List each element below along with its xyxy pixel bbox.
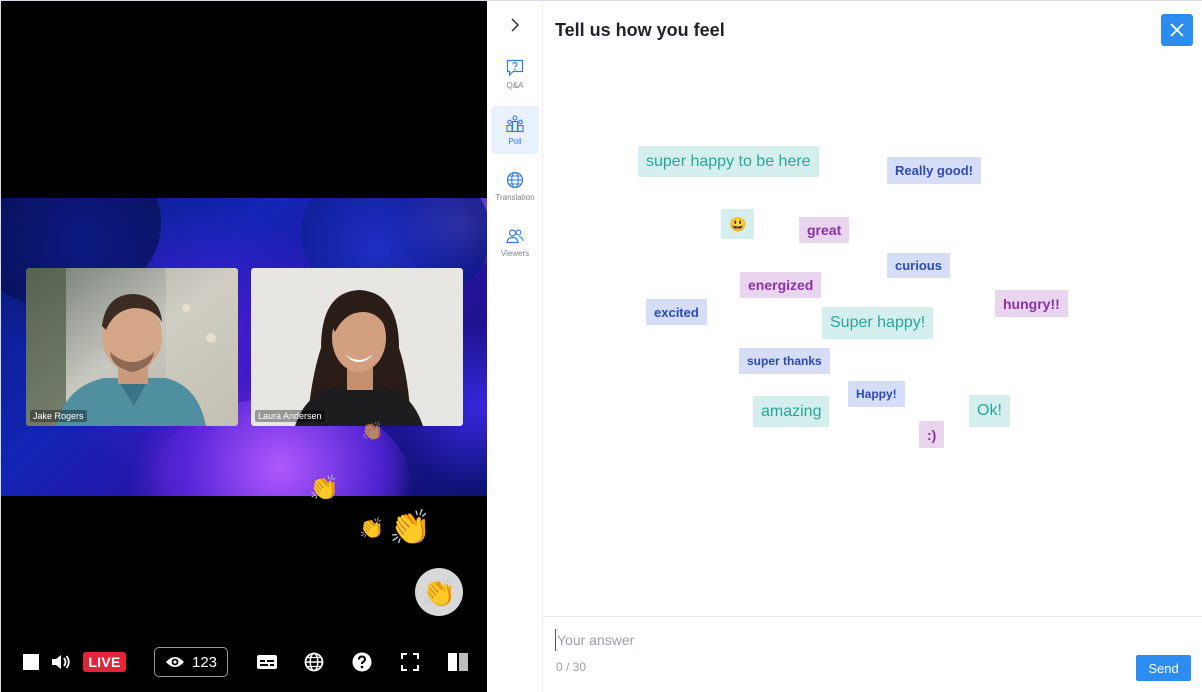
help-button[interactable]	[350, 644, 374, 680]
layout-toggle-button[interactable]	[446, 644, 470, 680]
poll-icon	[506, 114, 524, 132]
qa-icon	[506, 59, 524, 76]
word-cloud-item: super thanks	[739, 348, 830, 374]
answer-composer: 0 / 30 Send	[543, 616, 1202, 692]
rail-item-label: Poll	[508, 136, 522, 146]
word-cloud-item: curious	[887, 253, 950, 278]
word-cloud-item: great	[799, 217, 850, 243]
answer-input[interactable]	[555, 629, 1115, 651]
rail-item-translation[interactable]: Translation	[491, 162, 539, 210]
volume-icon	[52, 655, 70, 669]
close-icon	[1170, 23, 1184, 37]
fullscreen-icon	[401, 653, 419, 671]
word-cloud-item: super happy to be here	[638, 146, 819, 177]
split-layout-icon	[448, 653, 468, 671]
live-badge: LIVE	[83, 652, 126, 672]
volume-button[interactable]	[49, 644, 73, 680]
clap-reaction: 👏	[361, 421, 384, 441]
send-button[interactable]: Send	[1136, 655, 1191, 681]
word-cloud-item: excited	[646, 299, 707, 325]
clap-reaction: 👏	[389, 509, 432, 547]
character-counter: 0 / 30	[556, 660, 587, 674]
word-cloud-item: Really good!	[887, 157, 982, 184]
stop-button[interactable]	[19, 644, 43, 680]
rail-item-label: Q&A	[506, 80, 524, 90]
video-stage: Jake Rogers Laura Andersen	[1, 198, 487, 496]
participant-name: Jake Rogers	[30, 410, 87, 422]
word-cloud-item: energized	[740, 272, 822, 298]
word-cloud-item: hungry!!	[995, 290, 1068, 317]
word-cloud-item: Ok!	[969, 395, 1010, 427]
help-icon	[352, 652, 372, 672]
rail-item-label: Translation	[495, 192, 535, 202]
rail-item-viewers[interactable]: Viewers	[491, 218, 539, 266]
clap-reaction: 👏	[309, 475, 339, 502]
word-cloud-item: Super happy!	[822, 307, 934, 339]
users-icon	[506, 228, 524, 243]
globe-icon	[304, 652, 324, 672]
video-player[interactable]: Jake Rogers Laura Andersen 👏 👏 👏 👏 👏 LIV…	[1, 1, 487, 692]
word-cloud-item: :)	[919, 421, 945, 448]
word-cloud-item: amazing	[753, 396, 830, 427]
clap-reaction: 👏	[359, 518, 384, 540]
language-button[interactable]	[302, 644, 326, 680]
viewer-count[interactable]: 123	[154, 647, 228, 677]
viewer-count-value: 123	[191, 653, 218, 671]
captions-button[interactable]	[255, 644, 279, 680]
rail-item-label: Viewers	[500, 248, 530, 258]
participant-video-jake	[26, 268, 238, 426]
clap-icon: 👏	[421, 576, 457, 608]
fullscreen-button[interactable]	[398, 644, 422, 680]
rail-item-poll[interactable]: Poll	[491, 106, 539, 154]
panel-title: Tell us how you feel	[555, 20, 725, 40]
app-window: Jake Rogers Laura Andersen 👏 👏 👏 👏 👏 LIV…	[0, 0, 1202, 692]
chevron-right-icon	[511, 18, 520, 32]
eye-icon	[165, 657, 184, 667]
participant-name: Laura Andersen	[255, 410, 325, 422]
captions-icon	[257, 655, 277, 669]
collapse-panel-button[interactable]	[503, 13, 527, 37]
player-controls: LIVE 123	[1, 644, 487, 680]
participant-tile-laura[interactable]: Laura Andersen	[251, 268, 463, 426]
word-cloud-item: 😃	[721, 209, 755, 239]
stop-icon	[23, 654, 39, 670]
globe-icon	[506, 171, 524, 188]
poll-panel: Tell us how you feel super happy to be h…	[543, 1, 1202, 692]
participant-tile-jake[interactable]: Jake Rogers	[26, 268, 238, 426]
close-button[interactable]	[1161, 14, 1193, 46]
participant-video-laura	[251, 268, 463, 426]
clap-reaction-button[interactable]: 👏	[415, 568, 463, 616]
word-cloud-item: Happy!	[848, 381, 905, 407]
rail-item-qa[interactable]: Q&A	[491, 50, 539, 98]
side-rail: Q&A Poll Translation Viewers	[487, 1, 543, 692]
